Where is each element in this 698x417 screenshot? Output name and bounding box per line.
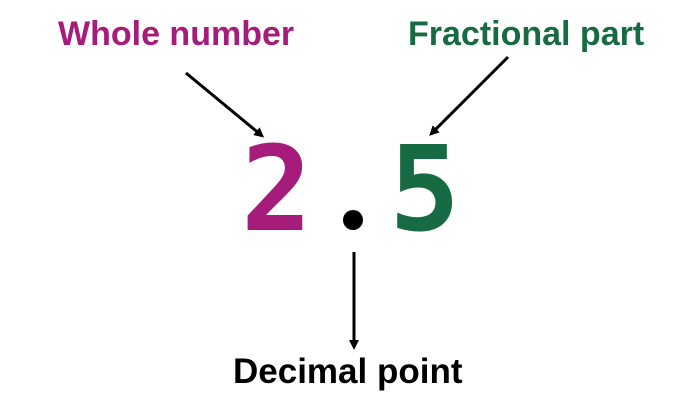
whole-number-arrow <box>185 71 265 138</box>
decimal-point-label: Decimal point <box>233 352 463 391</box>
fractional-part-arrow <box>429 55 510 136</box>
